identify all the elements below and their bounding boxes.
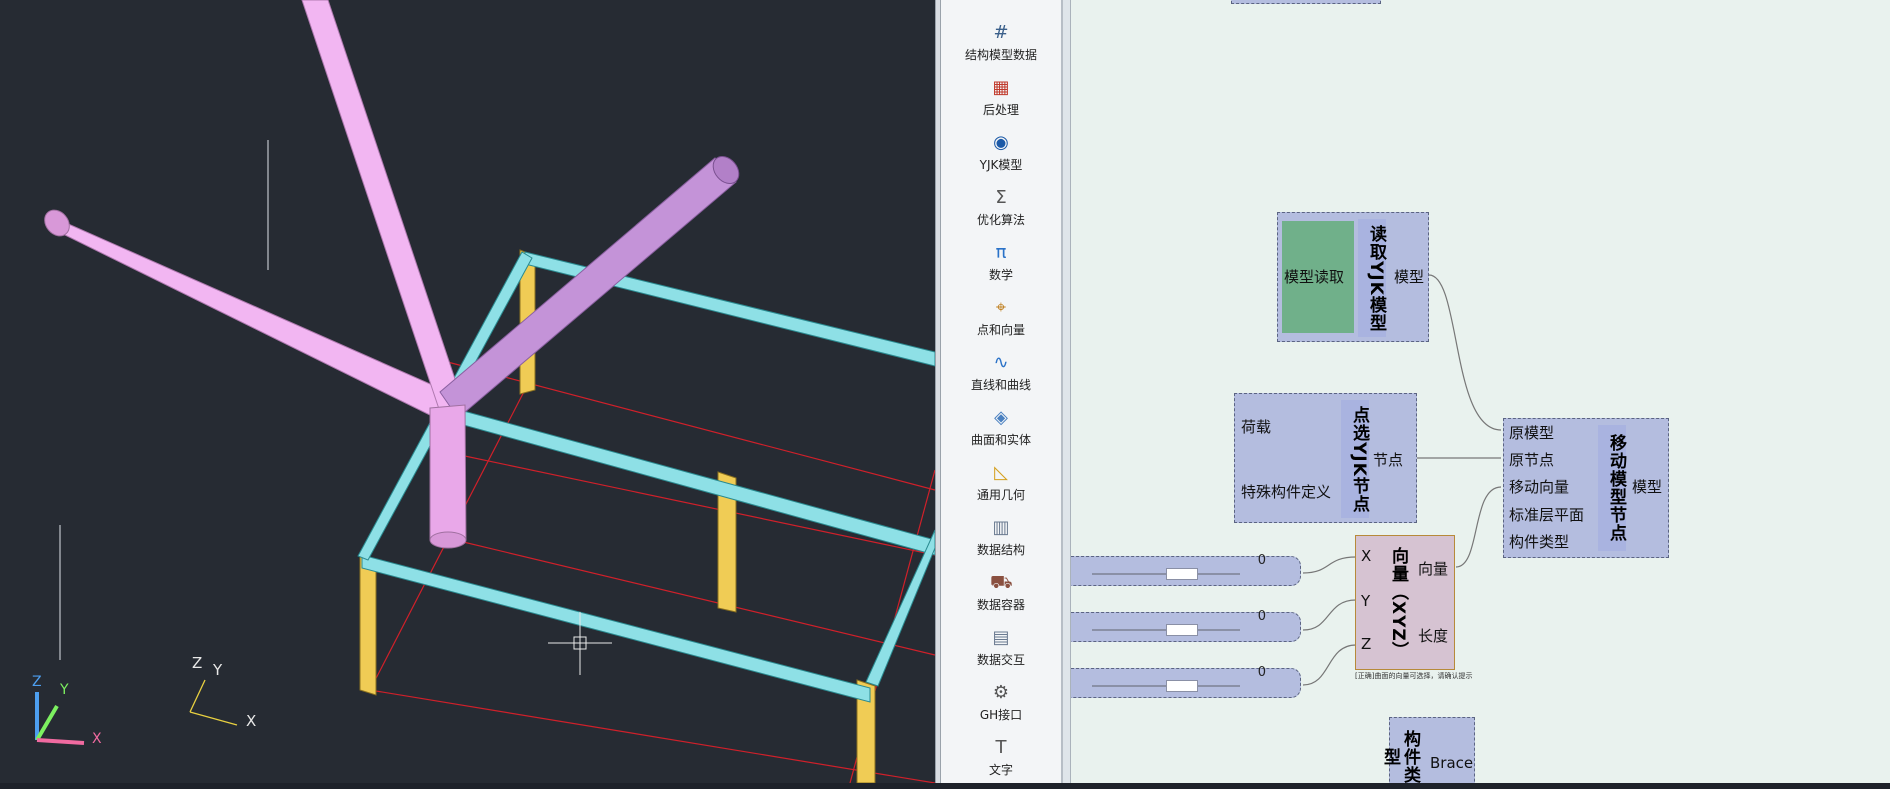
data-structure-icon: ▥ [992, 517, 1010, 538]
sidebar-item-label: 直线和曲线 [970, 378, 1031, 392]
sidebar-item-postprocess[interactable]: ▦ 后处理 [941, 77, 1061, 129]
sidebar-item-label: 数据容器 [976, 598, 1025, 612]
sidebar-item-optimization[interactable]: Σ 优化算法 [941, 187, 1061, 239]
axis-x-label: X [246, 712, 256, 730]
axis-triad-color [35, 692, 85, 745]
port-special-member[interactable]: 特殊构件定义 [1241, 481, 1331, 502]
component-title: 移动模型节点 [1598, 425, 1626, 551]
axis-z-label: Z [192, 654, 202, 672]
data-exchange-icon: ▤ [992, 627, 1010, 648]
port-story-plane[interactable]: 标准层平面 [1509, 504, 1584, 525]
sidebar-item-math[interactable]: π 数学 [941, 242, 1061, 294]
sidebar-scroll-strip[interactable] [1063, 0, 1071, 783]
surface-icon: ◈ [994, 407, 1008, 428]
move-model-node-component[interactable]: 原模型 原节点 移动向量 标准层平面 构件类型 移动模型节点 模型 [1503, 418, 1669, 558]
grid-icon: # [993, 22, 1009, 43]
text-icon: T [995, 737, 1007, 758]
pi-icon: π [995, 242, 1007, 263]
port-original-model[interactable]: 原模型 [1509, 422, 1554, 443]
port-vector-out[interactable]: 向量 [1418, 558, 1448, 579]
slider-knob[interactable] [1166, 568, 1198, 580]
yjk-logo-icon: ◉ [993, 132, 1009, 153]
component-tab-sidebar: # 结构模型数据 ▦ 后处理 ◉ YJK模型 Σ 优化算法 π 数学 ⌖ 点和向… [941, 0, 1063, 783]
sidebar-item-label: YJK模型 [979, 158, 1023, 172]
sidebar-item-general-geometry[interactable]: ◺ 通用几何 [941, 462, 1061, 514]
sidebar-item-point-vector[interactable]: ⌖ 点和向量 [941, 297, 1061, 349]
port-brace-out[interactable]: Brace [1430, 754, 1473, 772]
cart-icon: ⛟ [990, 572, 1013, 593]
sidebar-item-label: 优化算法 [976, 213, 1025, 227]
port-original-node[interactable]: 原节点 [1509, 449, 1554, 470]
axis-y-label: Y [212, 661, 223, 679]
sidebar-item-label: 文字 [988, 763, 1013, 777]
number-slider-x[interactable]: 0 [1071, 553, 1301, 586]
sidebar-item-label: 曲面和实体 [970, 433, 1031, 447]
port-load[interactable]: 荷载 [1241, 416, 1271, 437]
sidebar-item-gh-interface[interactable]: ⚙ GH接口 [941, 682, 1061, 734]
component-cutoff[interactable] [1231, 0, 1381, 4]
triangle-ruler-icon: ◺ [994, 462, 1008, 483]
wire-layer [1302, 274, 1502, 686]
component-title: 向量（XYZ） [1388, 546, 1408, 660]
sidebar-item-label: 后处理 [982, 103, 1019, 117]
port-y[interactable]: Y [1361, 592, 1370, 610]
sidebar-item-data-exchange[interactable]: ▤ 数据交互 [941, 627, 1061, 679]
point-vector-icon: ⌖ [995, 297, 1007, 318]
sidebar-item-label: 结构模型数据 [964, 48, 1037, 62]
chart-icon: ▦ [992, 77, 1010, 98]
3d-viewport[interactable]: Z Y X Z Y X [0, 0, 935, 783]
read-yjk-model-component[interactable]: 模型读取 读取YJK模型 模型 [1277, 212, 1429, 342]
pick-yjk-node-component[interactable]: 荷载 特殊构件定义 点选YJK节点 节点 [1234, 393, 1417, 523]
port-model-out[interactable]: 模型 [1632, 476, 1662, 497]
component-title: 读取YJK模型 [1358, 219, 1386, 337]
sidebar-item-label: 通用几何 [976, 488, 1025, 502]
port-move-vector[interactable]: 移动向量 [1509, 476, 1569, 497]
slider-value: 0 [1257, 665, 1266, 680]
sidebar-item-yjk-model[interactable]: ◉ YJK模型 [941, 132, 1061, 184]
port-node-out[interactable]: 节点 [1373, 449, 1403, 470]
curve-icon: ∿ [993, 352, 1009, 373]
slider-knob[interactable] [1166, 624, 1198, 636]
slider-knob[interactable] [1166, 680, 1198, 692]
sidebar-item-label: 点和向量 [976, 323, 1025, 337]
gh-interface-icon: ⚙ [992, 682, 1010, 703]
sidebar-item-label: 数据结构 [976, 543, 1025, 557]
axis-y-label-small: Y [59, 682, 69, 698]
port-model-out[interactable]: 模型 [1394, 266, 1424, 287]
axis-x-label-small: X [92, 731, 102, 747]
sidebar-item-line-curve[interactable]: ∿ 直线和曲线 [941, 352, 1061, 404]
port-z[interactable]: Z [1361, 635, 1371, 653]
component-title: 构件类型 [1380, 730, 1420, 783]
port-member-type[interactable]: 构件类型 [1509, 531, 1569, 552]
axis-triad-yellow [189, 679, 238, 726]
axis-z-label-small: Z [32, 674, 42, 690]
slider-value: 0 [1257, 553, 1266, 568]
sidebar-item-data-container[interactable]: ⛟ 数据容器 [941, 572, 1061, 624]
number-slider-y[interactable]: 0 [1071, 609, 1301, 642]
slider-value: 0 [1257, 609, 1266, 624]
sidebar-item-label: 数据交互 [976, 653, 1025, 667]
number-slider-z[interactable]: 0 [1071, 665, 1301, 698]
model-scene: Z Y X Z Y X [32, 0, 935, 783]
sigma-icon: Σ [995, 187, 1007, 208]
sidebar-item-surface-solid[interactable]: ◈ 曲面和实体 [941, 407, 1061, 459]
node-canvas[interactable]: 模型读取 读取YJK模型 模型 荷载 特殊构件定义 点选YJK节点 节点 原模型… [1071, 0, 1890, 783]
component-title: 点选YJK节点 [1341, 400, 1369, 518]
sidebar-item-data-structure[interactable]: ▥ 数据结构 [941, 517, 1061, 569]
member-type-component[interactable]: 构件类型 Brace [1380, 717, 1475, 783]
sidebar-item-label: GH接口 [979, 708, 1023, 722]
sidebar-item-text[interactable]: T 文字 [941, 737, 1061, 789]
sidebar-item-label: 数学 [988, 268, 1013, 282]
port-model-read[interactable]: 模型读取 [1284, 266, 1344, 287]
component-note: [正确]曲面的向量可选择，请确认提示 [1355, 672, 1473, 680]
port-x[interactable]: X [1361, 547, 1371, 565]
sidebar-item-structure-data[interactable]: # 结构模型数据 [941, 22, 1061, 74]
vector-xyz-component[interactable]: X Y Z 向量（XYZ） 向量 长度 [1355, 535, 1455, 670]
port-length-out[interactable]: 长度 [1418, 625, 1448, 646]
